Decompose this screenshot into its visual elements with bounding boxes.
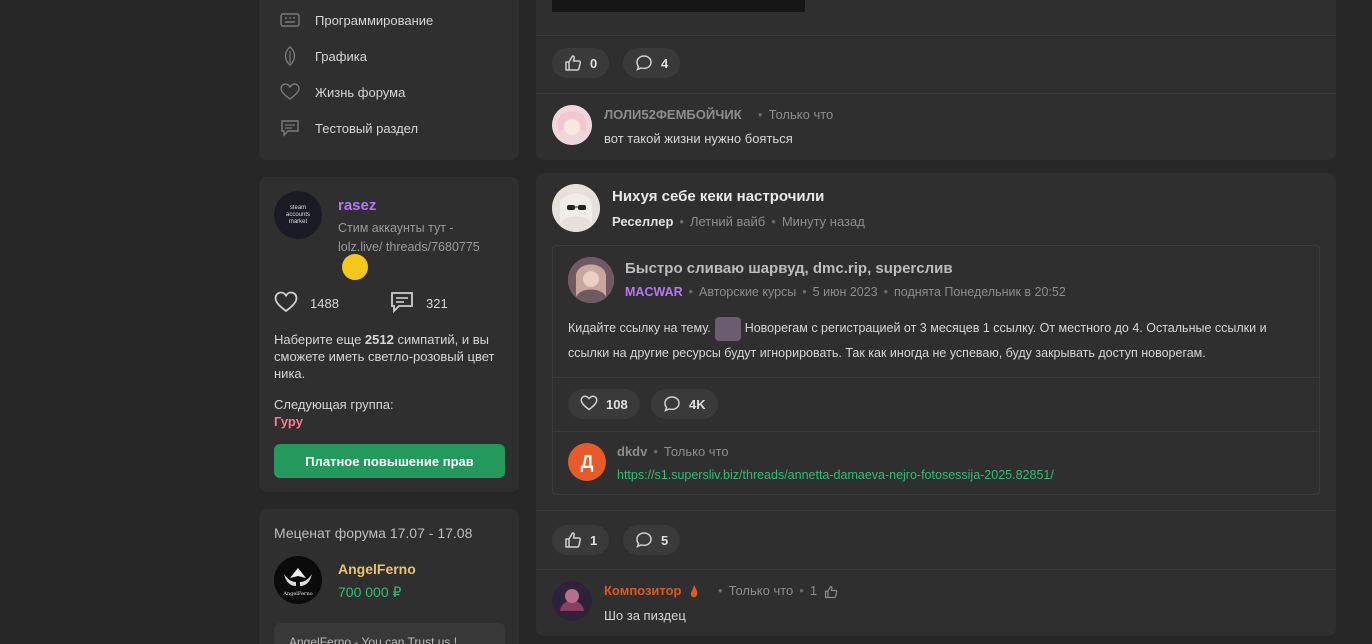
avatar[interactable]: Д <box>568 443 606 481</box>
patron-amount: 700 000 ₽ <box>338 584 402 600</box>
anime-avatar-icon <box>552 105 592 145</box>
quoted-thread-meta: MACWAR • Авторские курсы • 5 июн 2023 • поднят… <box>625 285 1066 299</box>
inline-sticker-image <box>714 316 741 341</box>
patron-avatar[interactable]: AngelFerno <box>274 556 322 604</box>
sympathy-progress-text: Наберите еще 2512 симпатий, и вы сможете… <box>274 332 495 381</box>
heart-icon <box>279 81 301 103</box>
comment-author[interactable]: ЛОЛИ52ФЕМБОЙЧИК <box>604 107 742 122</box>
patron-quote: AngelFerno - You can Trust us ! <box>274 623 505 644</box>
profile-panel: steam accounts market rasez Стим аккаунт… <box>259 177 519 492</box>
like-button[interactable]: 108 <box>568 389 640 419</box>
svg-text:AngelFerno: AngelFerno <box>282 591 312 597</box>
thumbs-up-icon[interactable] <box>824 585 838 599</box>
comment-text: вот такой жизни нужно бояться <box>604 131 793 146</box>
next-group-name: Гуру <box>274 414 303 429</box>
category-item-graphics[interactable]: Графика <box>279 44 367 68</box>
divider <box>536 510 1336 511</box>
like-button[interactable]: 0 <box>552 48 610 78</box>
thread-title[interactable]: Нихуя себе кеки настрочили <box>612 188 824 205</box>
quoted-section[interactable]: Авторские курсы <box>699 285 796 299</box>
avatar[interactable] <box>552 105 592 145</box>
comment-count: 4 <box>661 55 669 71</box>
avatar[interactable] <box>552 581 592 621</box>
post-image[interactable] <box>552 0 805 12</box>
comment-meta: • Только что • 1 <box>712 583 838 599</box>
heart-icon <box>274 291 298 315</box>
comment-icon <box>635 54 653 72</box>
divider <box>536 569 1336 570</box>
quoted-thread-text: Кидайте ссылку на тему. Новорегам с регис… <box>568 316 1308 365</box>
section-name[interactable]: Летний вайб <box>690 214 765 229</box>
post-card-top: 0 4 ЛОЛИ52ФЕМБОЙЧИК • Только что вот тако… <box>536 0 1336 160</box>
heart-icon <box>580 395 598 413</box>
thread-meta: Реселлер • Летний вайб • Минуту назад <box>612 214 865 229</box>
category-item-forum-life[interactable]: Жизнь форума <box>279 80 405 104</box>
comment-time: • Только что <box>758 107 834 122</box>
like-count: 1 <box>590 532 598 548</box>
comment-count: 5 <box>661 532 669 548</box>
keyboard-icon <box>279 9 301 31</box>
comment-button[interactable]: 4K <box>651 389 718 419</box>
like-count: 108 <box>606 396 628 412</box>
comment-icon <box>663 395 681 413</box>
chat-icon <box>279 117 301 139</box>
divider <box>553 377 1319 378</box>
user-avatar-icon <box>552 581 592 621</box>
avatar[interactable] <box>552 184 600 232</box>
message-icon <box>390 291 414 315</box>
user-avatar-icon <box>568 257 614 303</box>
leaf-icon <box>279 45 301 67</box>
quoted-thread-title[interactable]: Быстро сливаю шарвуд, dmc.rip, superслив <box>625 260 953 277</box>
patron-name[interactable]: AngelFerno <box>338 561 416 577</box>
category-item-programming[interactable]: Программирование <box>279 8 433 32</box>
quoted-date: 5 июн 2023 <box>812 285 878 299</box>
comment-button[interactable]: 4 <box>623 48 681 78</box>
likes-count: 1488 <box>310 295 339 311</box>
flame-icon <box>690 584 698 597</box>
angel-logo-icon: AngelFerno <box>277 559 319 601</box>
messages-count: 321 <box>426 295 448 311</box>
divider <box>536 93 1336 94</box>
avatar[interactable]: steam accounts market <box>274 191 322 239</box>
quoted-thread[interactable]: Быстро сливаю шарвуд, dmc.rip, superслив… <box>552 245 1320 495</box>
category-item-test-section[interactable]: Тестовый раздел <box>279 116 418 140</box>
comment-count: 4K <box>689 396 706 412</box>
next-group-label: Следующая группа: <box>274 397 394 412</box>
divider <box>536 35 1336 36</box>
comment-author: dkdv • Только что <box>617 444 729 459</box>
category-label: Тестовый раздел <box>315 120 419 136</box>
post-card-main: Нихуя себе кеки настрочили Реселлер • Летн… <box>536 173 1336 636</box>
thumbs-up-icon <box>564 54 582 72</box>
user-avatar-icon <box>552 184 600 232</box>
comment-button[interactable]: 5 <box>623 525 681 555</box>
comment-author: Композитор <box>604 583 699 600</box>
comment-text: Шо за пиздец <box>604 608 686 623</box>
profile-status: Стим аккаунты тут - lolz.live/ threads/7… <box>338 219 498 282</box>
patron-title: Меценат форума 17.07 - 17.08 <box>274 525 473 541</box>
author-group[interactable]: Реселлер <box>612 214 673 229</box>
like-count: 0 <box>590 55 598 71</box>
quoted-author[interactable]: MACWAR <box>625 285 683 299</box>
post-time: Минуту назад <box>781 214 865 229</box>
category-list-panel: Программирование Графика Жизнь форума Те… <box>259 0 519 160</box>
category-label: Жизнь форума <box>315 84 406 100</box>
comment-link[interactable]: https://s1.supersliv.biz/threads/annetta… <box>617 468 1054 482</box>
divider <box>553 431 1319 432</box>
paid-upgrade-button[interactable]: Платное повышение прав <box>274 444 505 478</box>
likes-stat[interactable]: 1488 <box>274 291 339 315</box>
category-label: Графика <box>315 48 367 64</box>
messages-stat[interactable]: 321 <box>390 291 448 315</box>
quoted-bumped: поднята Понедельник в 20:52 <box>894 285 1066 299</box>
thumbs-up-icon <box>564 531 582 549</box>
comment-icon <box>635 531 653 549</box>
patron-panel: Меценат форума 17.07 - 17.08 AngelFerno … <box>259 509 519 644</box>
smiley-emoji-icon <box>342 254 368 280</box>
like-button[interactable]: 1 <box>552 525 610 555</box>
category-label: Программирование <box>315 12 434 28</box>
profile-username[interactable]: rasez <box>338 197 376 214</box>
avatar[interactable] <box>568 257 614 303</box>
